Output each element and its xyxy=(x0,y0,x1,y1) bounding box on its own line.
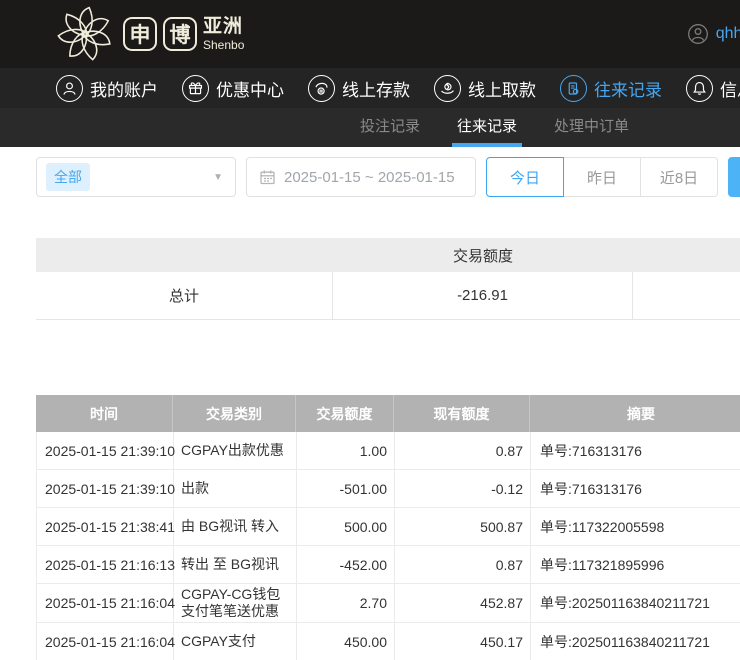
records-table-header: 时间 交易类别 交易额度 现有额度 摘要 xyxy=(36,395,740,432)
cell-balance: 500.87 xyxy=(395,508,531,545)
column-header-type: 交易类别 xyxy=(173,395,296,432)
summary-table: 交易额度 总计 -216.91 xyxy=(36,238,740,320)
tab-processing-orders[interactable]: 处理中订单 xyxy=(549,108,634,147)
yesterday-button[interactable]: 昨日 xyxy=(563,157,641,197)
cell-note: 单号:716313176 xyxy=(531,470,740,507)
cell-balance: 452.87 xyxy=(395,584,531,622)
user-area[interactable]: qhhw xyxy=(687,0,740,68)
summary-header-label: 交易额度 xyxy=(333,245,633,266)
chevron-down-icon: ▼ xyxy=(213,172,223,183)
withdraw-icon xyxy=(434,75,461,102)
selected-filter-tag[interactable]: 全部 xyxy=(46,163,90,191)
cell-type: CGPAY-CG钱包 支付笔笔送优惠 xyxy=(174,584,297,622)
logo-char-box: 博 xyxy=(163,17,197,51)
cell-note: 单号:117322005598 xyxy=(531,508,740,545)
nav-item-label: 信息中心 xyxy=(720,76,740,101)
cell-note: 单号:716313176 xyxy=(531,432,740,469)
table-row: 2025-01-15 21:39:10出款-501.00-0.12单号:7163… xyxy=(36,470,740,508)
nav-item-label: 线上存款 xyxy=(342,76,410,101)
cell-amount: 500.00 xyxy=(297,508,395,545)
nav-item-message-center[interactable]: 信息中心 xyxy=(686,75,740,102)
records-table-rows: 2025-01-15 21:39:10CGPAY出款优惠1.000.87单号:7… xyxy=(36,432,740,660)
nav-item-label: 往来记录 xyxy=(594,76,662,101)
cell-amount: -452.00 xyxy=(297,546,395,583)
nav-item-label: 线上取款 xyxy=(468,76,536,101)
logo-brand-label: Shenbo xyxy=(203,39,244,51)
cell-type: CGPAY支付 xyxy=(174,623,297,660)
nav-item-my-account[interactable]: 我的账户 xyxy=(56,75,158,102)
table-row: 2025-01-15 21:16:13转出 至 BG视讯-452.000.87单… xyxy=(36,546,740,584)
cell-amount: -501.00 xyxy=(297,470,395,507)
summary-row-label: 总计 xyxy=(36,272,333,319)
today-button[interactable]: 今日 xyxy=(486,157,564,197)
cell-balance: -0.12 xyxy=(395,470,531,507)
nav-item-deposit[interactable]: 线上存款 xyxy=(308,75,410,102)
cell-balance: 0.87 xyxy=(395,432,531,469)
date-range-input[interactable]: 2025-01-15 ~ 2025-01-15 xyxy=(246,157,476,197)
cell-amount: 1.00 xyxy=(297,432,395,469)
records-table: 时间 交易类别 交易额度 现有额度 摘要 2025-01-15 21:39:10… xyxy=(36,395,740,660)
search-button[interactable] xyxy=(728,157,740,197)
cell-time: 2025-01-15 21:39:10 xyxy=(37,432,174,469)
table-row: 2025-01-15 21:38:41由 BG视讯 转入500.00500.87… xyxy=(36,508,740,546)
cell-type: CGPAY出款优惠 xyxy=(174,432,297,469)
cell-balance: 0.87 xyxy=(395,546,531,583)
table-row: 2025-01-15 21:16:04CGPAY-CG钱包 支付笔笔送优惠2.7… xyxy=(36,584,740,623)
cell-balance: 450.17 xyxy=(395,623,531,660)
summary-total-row: 总计 -216.91 xyxy=(36,272,740,320)
quick-date-buttons: 今日 昨日 近8日 xyxy=(486,157,718,197)
column-header-balance: 现有额度 xyxy=(394,395,530,432)
nav-item-label: 我的账户 xyxy=(90,76,158,101)
nav-item-label: 优惠中心 xyxy=(216,76,284,101)
top-header: 申 博 亚洲 Shenbo qhhw xyxy=(0,0,740,68)
cell-time: 2025-01-15 21:39:10 xyxy=(37,470,174,507)
cell-note: 单号:202501163840211721 xyxy=(531,623,740,660)
user-icon xyxy=(56,75,83,102)
records-icon xyxy=(560,75,587,102)
cell-type: 由 BG视讯 转入 xyxy=(174,508,297,545)
nav-item-promotions[interactable]: 优惠中心 xyxy=(182,75,284,102)
cell-amount: 450.00 xyxy=(297,623,395,660)
filter-row: 全部 ▼ 2025-01-15 ~ 2025-01-15 今日 昨日 近8日 xyxy=(0,157,740,197)
cell-note: 单号:117321895996 xyxy=(531,546,740,583)
gift-icon xyxy=(182,75,209,102)
cell-time: 2025-01-15 21:16:13 xyxy=(37,546,174,583)
column-header-note: 摘要 xyxy=(530,395,740,432)
logo-text: 亚洲 Shenbo xyxy=(203,17,244,51)
nav-item-withdraw[interactable]: 线上取款 xyxy=(434,75,536,102)
sub-nav: 投注记录 往来记录 处理中订单 xyxy=(0,108,740,147)
cell-time: 2025-01-15 21:16:04 xyxy=(37,584,174,622)
logo-char-box: 申 xyxy=(123,17,157,51)
tab-betting-records[interactable]: 投注记录 xyxy=(355,108,425,147)
last-8-days-button[interactable]: 近8日 xyxy=(640,157,718,197)
cell-time: 2025-01-15 21:38:41 xyxy=(37,508,174,545)
username-label[interactable]: qhhw xyxy=(716,25,740,43)
user-avatar-icon xyxy=(687,23,709,45)
tab-transaction-records[interactable]: 往来记录 xyxy=(452,108,522,147)
brand-logo[interactable]: 申 博 亚洲 Shenbo xyxy=(55,4,244,64)
cell-type: 出款 xyxy=(174,470,297,507)
summary-table-header: 交易额度 xyxy=(36,238,740,272)
table-row: 2025-01-15 21:39:10CGPAY出款优惠1.000.87单号:7… xyxy=(36,432,740,470)
summary-total-value: -216.91 xyxy=(333,272,633,319)
flower-logo-icon xyxy=(55,4,115,64)
type-filter-select[interactable]: 全部 ▼ xyxy=(36,157,236,197)
logo-characters: 申 博 xyxy=(123,17,197,51)
calendar-icon xyxy=(259,169,276,186)
main-nav: 我的账户 优惠中心 线上存款 线上 xyxy=(0,68,740,108)
bell-icon xyxy=(686,75,713,102)
table-row: 2025-01-15 21:16:04CGPAY支付450.00450.17单号… xyxy=(36,623,740,660)
summary-empty-cell xyxy=(633,272,740,319)
cell-type: 转出 至 BG视讯 xyxy=(174,546,297,583)
date-range-value: 2025-01-15 ~ 2025-01-15 xyxy=(284,169,455,186)
cell-note: 单号:202501163840211721 xyxy=(531,584,740,622)
column-header-amount: 交易额度 xyxy=(296,395,394,432)
logo-region-label: 亚洲 xyxy=(203,17,244,36)
deposit-icon xyxy=(308,75,335,102)
nav-item-transaction-records[interactable]: 往来记录 xyxy=(560,75,662,102)
column-header-time: 时间 xyxy=(36,395,173,432)
cell-time: 2025-01-15 21:16:04 xyxy=(37,623,174,660)
cell-amount: 2.70 xyxy=(297,584,395,622)
